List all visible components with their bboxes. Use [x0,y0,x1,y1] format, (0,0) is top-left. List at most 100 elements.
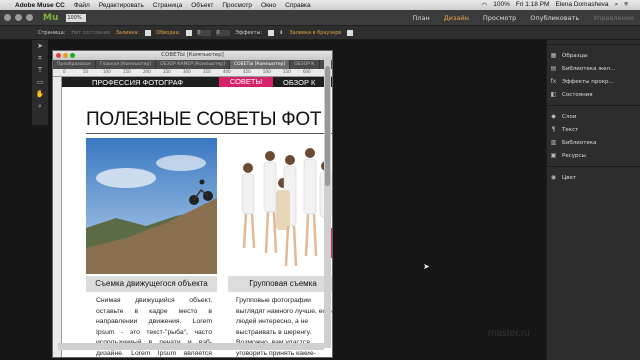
card2-caption[interactable]: Групповая съемка [228,276,332,292]
ruler-mark: 200 [143,69,151,74]
panel-label: Слои [562,113,577,120]
ruler-mark: 600 [303,69,311,74]
crop-icon[interactable]: ⌗ [32,52,48,64]
panel-library[interactable]: ▥ Библиотека [547,136,640,149]
hand-icon[interactable]: ✋ [32,88,48,100]
zoom-icon[interactable]: ⌕ [32,100,48,112]
horizontal-ruler[interactable]: 0 50 100 150 200 250 300 350 400 450 500… [53,69,332,77]
cyclist-photo[interactable] [86,138,217,274]
user-menu[interactable]: Elena Domasheva [555,1,608,9]
card1-caption[interactable]: Съемка движущегося объекта [86,276,217,292]
watermark: master.ru [488,328,530,339]
stroke-label[interactable]: Обводка: [156,30,180,36]
doc-tab[interactable]: ОБЗОР КАМЕР [Компьютер] [156,60,230,69]
tab-manage[interactable]: Управление [593,14,634,22]
tab-preview[interactable]: Просмотр [483,14,516,22]
doc-tab[interactable]: Главная [Компьютер] [96,60,157,69]
document-title-bar: СОВЕТЫ [Компьютер] [53,51,332,60]
panel-assets[interactable]: ▣ Ресурсы [547,149,640,162]
menu-file[interactable]: Файл [74,2,90,9]
corner-radius-input[interactable]: 0 [216,29,231,36]
mouse-cursor-icon: ➤ [423,262,430,271]
swatches-icon: ▦ [550,52,557,59]
tab-plan[interactable]: План [412,14,429,22]
ruler-mark: 300 [183,69,191,74]
muse-app-bar: Mu 100% План Дизайн Просмотр Опубликоват… [0,10,640,26]
panel-label: Ресурсы [562,152,586,159]
panel-swatches[interactable]: ▦ Образцы [547,49,640,62]
doc-zoom-button[interactable] [70,53,75,58]
vertical-scrollbar[interactable] [324,58,331,348]
doc-close-button[interactable] [56,53,61,58]
nav-item-profession[interactable]: ПРОФЕССИЯ ФОТОГРАФ [62,78,219,87]
panel-label: Цвет [562,174,577,181]
color-icon: ◉ [550,174,557,181]
document-title: СОВЕТЫ [Компьютер] [161,52,224,58]
panel-layers[interactable]: ◆ Слои [547,110,640,123]
zoom-window-button[interactable] [26,14,33,21]
ruler-mark: 400 [223,69,231,74]
browser-fill-swatch[interactable] [347,29,354,36]
doc-tab[interactable]: Преобразован [53,60,96,69]
battery-percent[interactable]: 100% [493,1,510,9]
search-icon[interactable]: ⌕ [615,1,619,9]
nav-item-reviews[interactable]: ОБЗОР К [273,78,315,87]
doc-tab-active[interactable]: СОВЕТЫ [Компьютер] [229,60,291,69]
effects-swatch[interactable] [268,29,275,36]
panel-widgets-library[interactable]: ▤ Библиотека жел... [547,62,640,75]
app-menu[interactable]: Adobe Muse CC [15,2,65,9]
scrollbar-thumb[interactable] [325,66,330,186]
close-window-button[interactable] [4,14,11,21]
menu-view[interactable]: Просмотр [222,2,252,9]
nav-item-tips[interactable]: СОВЕТЫ [219,77,273,87]
ruler-mark: 150 [123,69,131,74]
document-tabs: Преобразован Главная [Компьютер] ОБЗОР К… [53,60,332,69]
tab-design[interactable]: Дизайн [444,14,469,22]
fill-label[interactable]: Заливка: [116,30,139,36]
horizontal-scrollbar[interactable] [58,343,324,350]
page-label: Страница: [38,29,66,36]
menu-window[interactable]: Окно [261,2,276,9]
panel-text[interactable]: ¶ Текст [547,123,640,136]
panel-states[interactable]: ◧ Состояния [547,88,640,101]
browser-fill-label[interactable]: Заливка в браузере [289,30,341,36]
stroke-width-input[interactable]: 0 [197,29,212,36]
menu-object[interactable]: Объект [191,2,213,9]
wifi-icon[interactable]: ◠ [482,1,488,9]
menu-help[interactable]: Справка [285,2,311,9]
panel-label: Библиотека жел... [562,65,616,72]
panel-label: Текст [562,126,579,133]
tab-publish[interactable]: Опубликовать [530,14,579,22]
arrow-down-icon[interactable]: ⬇ [279,30,283,36]
page-state-select[interactable]: Нет состояния [71,30,109,36]
rectangle-icon[interactable]: ▭ [32,76,48,88]
ruler-mark: 500 [263,69,271,74]
library-icon: ▤ [550,65,557,72]
menu-edit[interactable]: Редактировать [99,2,144,9]
page-heading[interactable]: ПОЛЕЗНЫЕ СОВЕТЫ ФОТ [86,109,321,131]
fill-swatch[interactable] [145,29,152,36]
page-artboard[interactable]: ПРОФЕССИЯ ФОТОГРАФ СОВЕТЫ ОБЗОР К ПОЛЕЗН… [62,77,332,357]
panel-scroll-effects[interactable]: fx Эффекты прокр... [547,75,640,88]
doc-minimize-button[interactable] [63,53,68,58]
stroke-swatch[interactable] [186,29,193,36]
heading-divider [86,133,332,134]
group-photo[interactable] [228,138,332,274]
ruler-mark: 50 [83,69,89,74]
text-icon[interactable]: T [32,64,48,76]
muse-logo: Mu [43,12,59,23]
effects-label: Эффекты: [235,29,263,36]
doc-tab[interactable]: ОБЗОР К [290,60,320,69]
assets-icon: ▣ [550,152,557,159]
design-canvas[interactable]: ПРОФЕССИЯ ФОТОГРАФ СОВЕТЫ ОБЗОР К ПОЛЕЗН… [62,77,332,357]
tools-panel: ➤ ⌗ T ▭ ✋ ⌕ [32,40,48,125]
list-icon[interactable]: ≡ [624,1,628,9]
minimize-window-button[interactable] [15,14,22,21]
clock[interactable]: Fri 1:18 PM [516,1,550,9]
menu-page[interactable]: Страница [153,2,182,9]
panel-color[interactable]: ◉ Цвет [547,171,640,184]
zoom-select[interactable]: 100% [66,13,87,22]
vertical-ruler[interactable] [53,77,62,357]
states-icon: ◧ [550,91,557,98]
arrow-icon[interactable]: ➤ [32,40,48,52]
